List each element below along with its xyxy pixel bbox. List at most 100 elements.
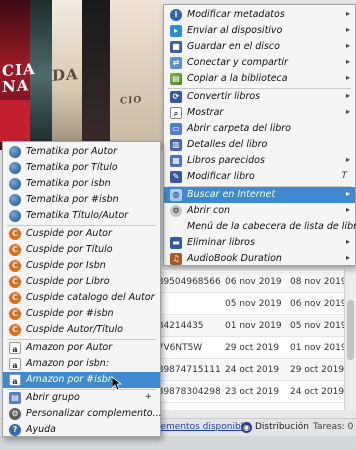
- menu-item-label: Tematika Título/Autor: [26, 210, 129, 221]
- menu-shortcut: +: [144, 392, 152, 402]
- distribution-icon: ◉: [241, 422, 252, 433]
- menu-item-guardar-en-el-disco[interactable]: ■ Guardar en el disco ▸: [164, 39, 355, 55]
- menu-item-label: Tematika por Autor: [26, 146, 117, 157]
- cuspide-icon: C: [9, 324, 21, 336]
- menu-item-cuspide-catalogo-del-autor[interactable]: C Cuspide catalogo del Autor: [3, 290, 160, 306]
- menu-item-amazon-por-#isbn[interactable]: a Amazon por #isbn: [3, 372, 160, 388]
- menu-item-libros-parecidos[interactable]: ▦ Libros parecidos ▸: [164, 153, 355, 169]
- table-row[interactable]: 789504968566 06 nov 2019 08 nov 2019: [150, 272, 356, 293]
- table-row[interactable]: 789874715111 24 oct 2019 29 oct 2019: [150, 360, 356, 381]
- book-list-table[interactable]: 789504968566 06 nov 2019 08 nov 2019 05 nov…: [150, 270, 356, 410]
- menu-item-enviar-al-dispositivo[interactable]: ▸ Enviar al dispositivo ▸: [164, 23, 355, 39]
- copy-icon: ▤: [170, 73, 182, 85]
- menu-item-ayuda[interactable]: ? Ayuda: [3, 422, 160, 438]
- menu-item-label: Abrir grupo: [26, 392, 80, 403]
- gear-icon: ⚙: [9, 408, 21, 420]
- menu-item-cuspide-por-isbn[interactable]: C Cuspide por Isbn: [3, 258, 160, 274]
- menu-item-label: Abrir con: [187, 205, 231, 216]
- menu-item-audiobook-duration[interactable]: ♫ AudioBook Duration ▸: [164, 251, 355, 267]
- disk-icon: ■: [170, 41, 182, 53]
- web-search-icon: ◍: [170, 189, 182, 201]
- menu-item-buscar-en-internet[interactable]: ◍ Buscar en Internet ▸: [164, 187, 355, 203]
- menu-item-menú-de-la-cabecera-de-lista-de-libros[interactable]: Menú de la cabecera de lista de libros: [164, 219, 356, 235]
- amazon-icon: a: [9, 342, 21, 354]
- table-row[interactable]: 07V6NT5W 29 oct 2019 01 nov 2019: [150, 338, 356, 359]
- search-internet-submenu: Tematika por Autor Tematika por Título Tem…: [2, 141, 162, 438]
- submenu-arrow-icon: ▸: [345, 73, 350, 82]
- help-icon: ?: [9, 424, 21, 436]
- menu-item-label: Cuspide por Isbn: [26, 260, 106, 271]
- amazon-icon: a: [9, 374, 21, 386]
- menu-item-cuspide-por-libro[interactable]: C Cuspide por Libro: [3, 274, 160, 290]
- menu-separator: [7, 339, 156, 340]
- table-row[interactable]: 05 nov 2019 06 nov 2019: [150, 294, 356, 315]
- menu-item-label: Convertir libros: [187, 91, 261, 102]
- send-icon: ▸: [170, 25, 182, 37]
- edit-book-icon: ✎: [170, 171, 182, 183]
- cover-title-text: CIO: [120, 95, 143, 107]
- menu-item-personalizar-complemento[interactable]: ⚙ Personalizar complemento...: [3, 406, 162, 422]
- menu-item-tematika-por-#isbn[interactable]: Tematika por #isbn: [3, 192, 160, 208]
- submenu-arrow-icon: ▸: [345, 41, 350, 50]
- menu-item-cuspide-autor-título[interactable]: C Cuspide Autor/Título: [3, 322, 160, 338]
- folder-icon: ▭: [170, 123, 182, 135]
- trash-icon: ▬: [170, 237, 182, 249]
- menu-item-cuspide-por-autor[interactable]: C Cuspide por Autor: [3, 226, 160, 242]
- menu-item-label: Cuspide por Libro: [26, 276, 110, 287]
- submenu-arrow-icon: ▸: [345, 189, 350, 198]
- globe-icon: [9, 210, 21, 222]
- amazon-icon: a: [9, 358, 21, 370]
- menu-item-label: Cuspide por #isbn: [26, 308, 114, 319]
- menu-item-label: Libros parecidos: [187, 155, 265, 166]
- menu-item-amazon-por-autor[interactable]: a Amazon por Autor: [3, 340, 160, 356]
- menu-item-conectar-y-compartir[interactable]: ⇄ Conectar y compartir ▸: [164, 55, 355, 71]
- book-cover[interactable]: [82, 0, 110, 150]
- menu-item-tematika-por-título[interactable]: Tematika por Título: [3, 160, 160, 176]
- menu-item-label: Cuspide por Título: [26, 244, 113, 255]
- menu-item-tematika-por-isbn[interactable]: Tematika por isbn: [3, 176, 160, 192]
- book-cover[interactable]: [110, 0, 163, 150]
- menu-item-mostrar[interactable]: ⌕ Mostrar ▸: [164, 105, 355, 121]
- menu-item-abrir-grupo[interactable]: ▤ Abrir grupo +: [3, 390, 160, 406]
- table-row[interactable]: 789878304298 23 oct 2019 24 oct 2019: [150, 382, 356, 403]
- status-tasks[interactable]: Tareas: 0: [313, 422, 353, 432]
- menu-item-detalles-del-libro[interactable]: ▥ Detalles del libro: [164, 137, 355, 153]
- menu-item-cuspide-por-título[interactable]: C Cuspide por Título: [3, 242, 160, 258]
- menu-separator: [7, 225, 156, 226]
- menu-item-copiar-a-la-biblioteca[interactable]: ▤ Copiar a la biblioteca ▸: [164, 71, 355, 87]
- menu-item-label: Buscar en Internet: [187, 189, 276, 200]
- menu-item-label: Tematika por isbn: [26, 178, 111, 189]
- cover-browser[interactable]: CIA NA DA CIO: [0, 0, 163, 150]
- table-row[interactable]: 884214435 01 nov 2019 05 nov 2019: [150, 316, 356, 337]
- menu-item-eliminar-libros[interactable]: ▬ Eliminar libros ▸: [164, 235, 355, 251]
- menu-item-label: Amazon por isbn:: [26, 358, 110, 369]
- menu-item-modificar-libro[interactable]: ✎ Modificar libro T: [164, 169, 355, 185]
- menu-item-tematika-por-autor[interactable]: Tematika por Autor: [3, 144, 160, 160]
- group-icon: ▤: [9, 392, 21, 404]
- convert-icon: ⟳: [170, 91, 182, 103]
- menu-item-abrir-carpeta-del-libro[interactable]: ▭ Abrir carpeta del libro: [164, 121, 355, 137]
- submenu-arrow-icon: ▸: [345, 57, 350, 66]
- table-cell-date1: 23 oct 2019: [225, 387, 280, 397]
- menu-item-amazon-por-isbn[interactable]: a Amazon por isbn:: [3, 356, 160, 372]
- menu-item-modificar-metadatos[interactable]: i Modificar metadatos ▸: [164, 7, 355, 23]
- menu-item-cuspide-por-#isbn[interactable]: C Cuspide por #isbn: [3, 306, 160, 322]
- book-context-menu: i Modificar metadatos ▸ ▸ Enviar al disposit…: [163, 4, 356, 266]
- book-cover-tile: [0, 100, 30, 142]
- magnifier-icon: ⌕: [170, 107, 182, 119]
- book-list-scrollbar[interactable]: [344, 270, 356, 410]
- book-details-icon: ▥: [170, 139, 182, 151]
- menu-item-convertir-libros[interactable]: ⟳ Convertir libros ▸: [164, 89, 355, 105]
- status-link[interactable]: lementos disponible: [158, 422, 249, 432]
- scrollbar-thumb[interactable]: [347, 300, 354, 360]
- menu-item-tematika-título-autor[interactable]: Tematika Título/Autor: [3, 208, 160, 224]
- menu-item-abrir-con[interactable]: ⚙ Abrir con ▸: [164, 203, 355, 219]
- cuspide-icon: C: [9, 260, 21, 272]
- audiobook-icon: ♫: [170, 253, 182, 265]
- status-distribution[interactable]: Distribución: [255, 422, 309, 432]
- cuspide-icon: C: [9, 228, 21, 240]
- table-cell-isbn: 789874715111: [152, 365, 221, 375]
- menu-item-label: Ayuda: [26, 424, 56, 435]
- menu-item-label: Modificar libro: [187, 171, 255, 182]
- submenu-arrow-icon: ▸: [345, 155, 350, 164]
